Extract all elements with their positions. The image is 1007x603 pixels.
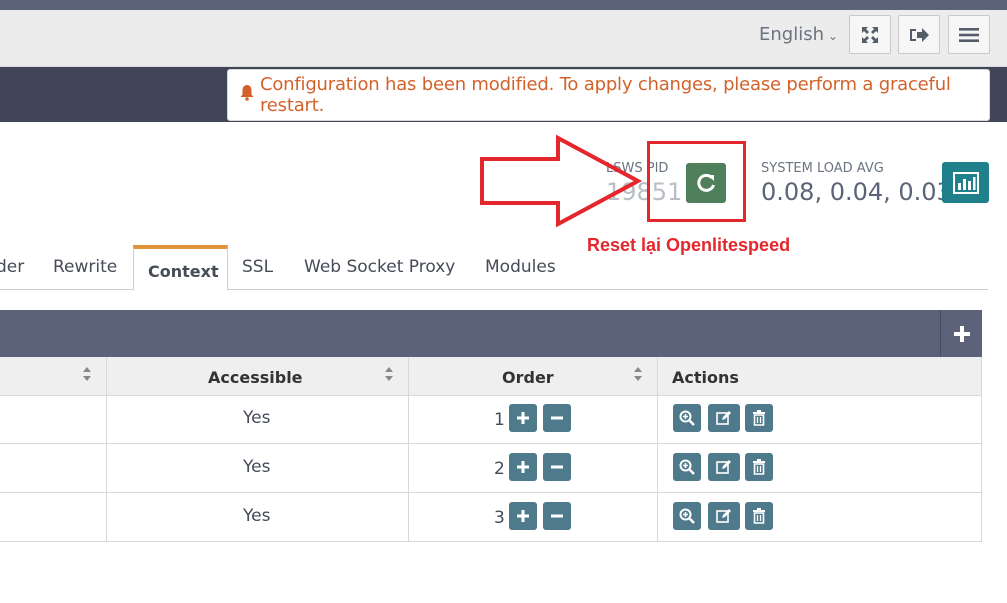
sort-icon[interactable] bbox=[633, 366, 643, 382]
sort-icon[interactable] bbox=[82, 366, 92, 382]
delete-button[interactable] bbox=[745, 453, 773, 481]
edit-icon bbox=[716, 509, 731, 523]
tab-bar: der Rewrite Context SSL Web Socket Proxy… bbox=[0, 245, 988, 291]
edit-button[interactable] bbox=[708, 404, 740, 432]
bell-icon bbox=[240, 84, 254, 106]
table-row: Yes 3 bbox=[0, 494, 982, 542]
logout-icon bbox=[910, 27, 929, 42]
real-time-stats-button[interactable] bbox=[942, 162, 989, 203]
page: English ⌄ Configuration has been modifie… bbox=[0, 0, 1007, 603]
plus-icon bbox=[517, 461, 529, 473]
order-down-button[interactable] bbox=[543, 404, 571, 432]
tab-context[interactable]: Context bbox=[133, 245, 228, 291]
tab-rewrite[interactable]: Rewrite bbox=[53, 257, 117, 277]
delete-button[interactable] bbox=[745, 404, 773, 432]
load-avg-label: SYSTEM LOAD AVG bbox=[761, 161, 884, 176]
tab-modules[interactable]: Modules bbox=[485, 257, 556, 277]
language-selector[interactable]: English ⌄ bbox=[759, 24, 838, 45]
column-header-accessible[interactable]: Accessible bbox=[208, 368, 303, 387]
edit-button[interactable] bbox=[708, 453, 740, 481]
view-button[interactable] bbox=[673, 404, 701, 432]
tab-context-label: Context bbox=[148, 262, 219, 281]
load-avg-value: 0.08, 0.04, 0.03 bbox=[761, 178, 952, 206]
trash-icon bbox=[753, 459, 765, 475]
language-label: English bbox=[759, 24, 824, 45]
order-down-button[interactable] bbox=[543, 502, 571, 530]
trash-icon bbox=[753, 508, 765, 524]
plus-icon bbox=[517, 412, 529, 424]
alert-message: Configuration has been modified. To appl… bbox=[260, 74, 951, 116]
menu-icon bbox=[959, 27, 979, 42]
order-cell: 3 bbox=[494, 508, 505, 528]
column-header-actions: Actions bbox=[672, 368, 739, 387]
zoom-in-icon bbox=[679, 459, 695, 475]
table-title-bar bbox=[0, 310, 982, 357]
zoom-in-icon bbox=[679, 410, 695, 426]
edit-icon bbox=[716, 460, 731, 474]
order-cell: 2 bbox=[494, 459, 505, 479]
table-right-border bbox=[981, 357, 982, 541]
logout-button[interactable] bbox=[898, 15, 940, 54]
table-row: Yes 1 bbox=[0, 396, 982, 444]
order-up-button[interactable] bbox=[509, 502, 537, 530]
order-down-button[interactable] bbox=[543, 453, 571, 481]
delete-button[interactable] bbox=[745, 502, 773, 530]
add-context-button[interactable] bbox=[940, 310, 982, 357]
fullscreen-icon bbox=[862, 26, 878, 43]
column-divider bbox=[657, 357, 658, 541]
edit-icon bbox=[716, 411, 731, 425]
sort-icon[interactable] bbox=[384, 366, 394, 382]
table-header-row: Accessible Order Actions bbox=[0, 357, 982, 396]
tab-ssl[interactable]: SSL bbox=[242, 257, 273, 277]
order-cell: 1 bbox=[494, 410, 505, 430]
edit-button[interactable] bbox=[708, 502, 740, 530]
order-up-button[interactable] bbox=[509, 404, 537, 432]
zoom-in-icon bbox=[679, 508, 695, 524]
annotation-arrow bbox=[478, 134, 653, 234]
tab-web-socket-proxy[interactable]: Web Socket Proxy bbox=[304, 257, 455, 277]
plus-icon bbox=[517, 510, 529, 522]
chevron-down-icon: ⌄ bbox=[828, 29, 839, 43]
fullscreen-button[interactable] bbox=[849, 15, 891, 54]
menu-button[interactable] bbox=[948, 15, 990, 54]
column-divider bbox=[408, 357, 409, 541]
minus-icon bbox=[551, 416, 563, 420]
minus-icon bbox=[551, 514, 563, 518]
column-header-order[interactable]: Order bbox=[502, 368, 554, 387]
accessible-cell: Yes bbox=[243, 506, 271, 526]
annotation-highlight-box bbox=[647, 141, 746, 222]
order-up-button[interactable] bbox=[509, 453, 537, 481]
plus-icon bbox=[953, 325, 970, 342]
column-divider bbox=[106, 357, 107, 541]
minus-icon bbox=[551, 465, 563, 469]
config-modified-alert: Configuration has been modified. To appl… bbox=[227, 69, 990, 121]
trash-icon bbox=[753, 410, 765, 426]
bar-chart-icon bbox=[952, 171, 979, 194]
view-button[interactable] bbox=[673, 502, 701, 530]
tab-partial[interactable]: der bbox=[0, 257, 24, 277]
table-row: Yes 2 bbox=[0, 445, 982, 493]
accessible-cell: Yes bbox=[243, 408, 271, 428]
accessible-cell: Yes bbox=[243, 457, 271, 477]
top-strip bbox=[0, 0, 1007, 10]
view-button[interactable] bbox=[673, 453, 701, 481]
